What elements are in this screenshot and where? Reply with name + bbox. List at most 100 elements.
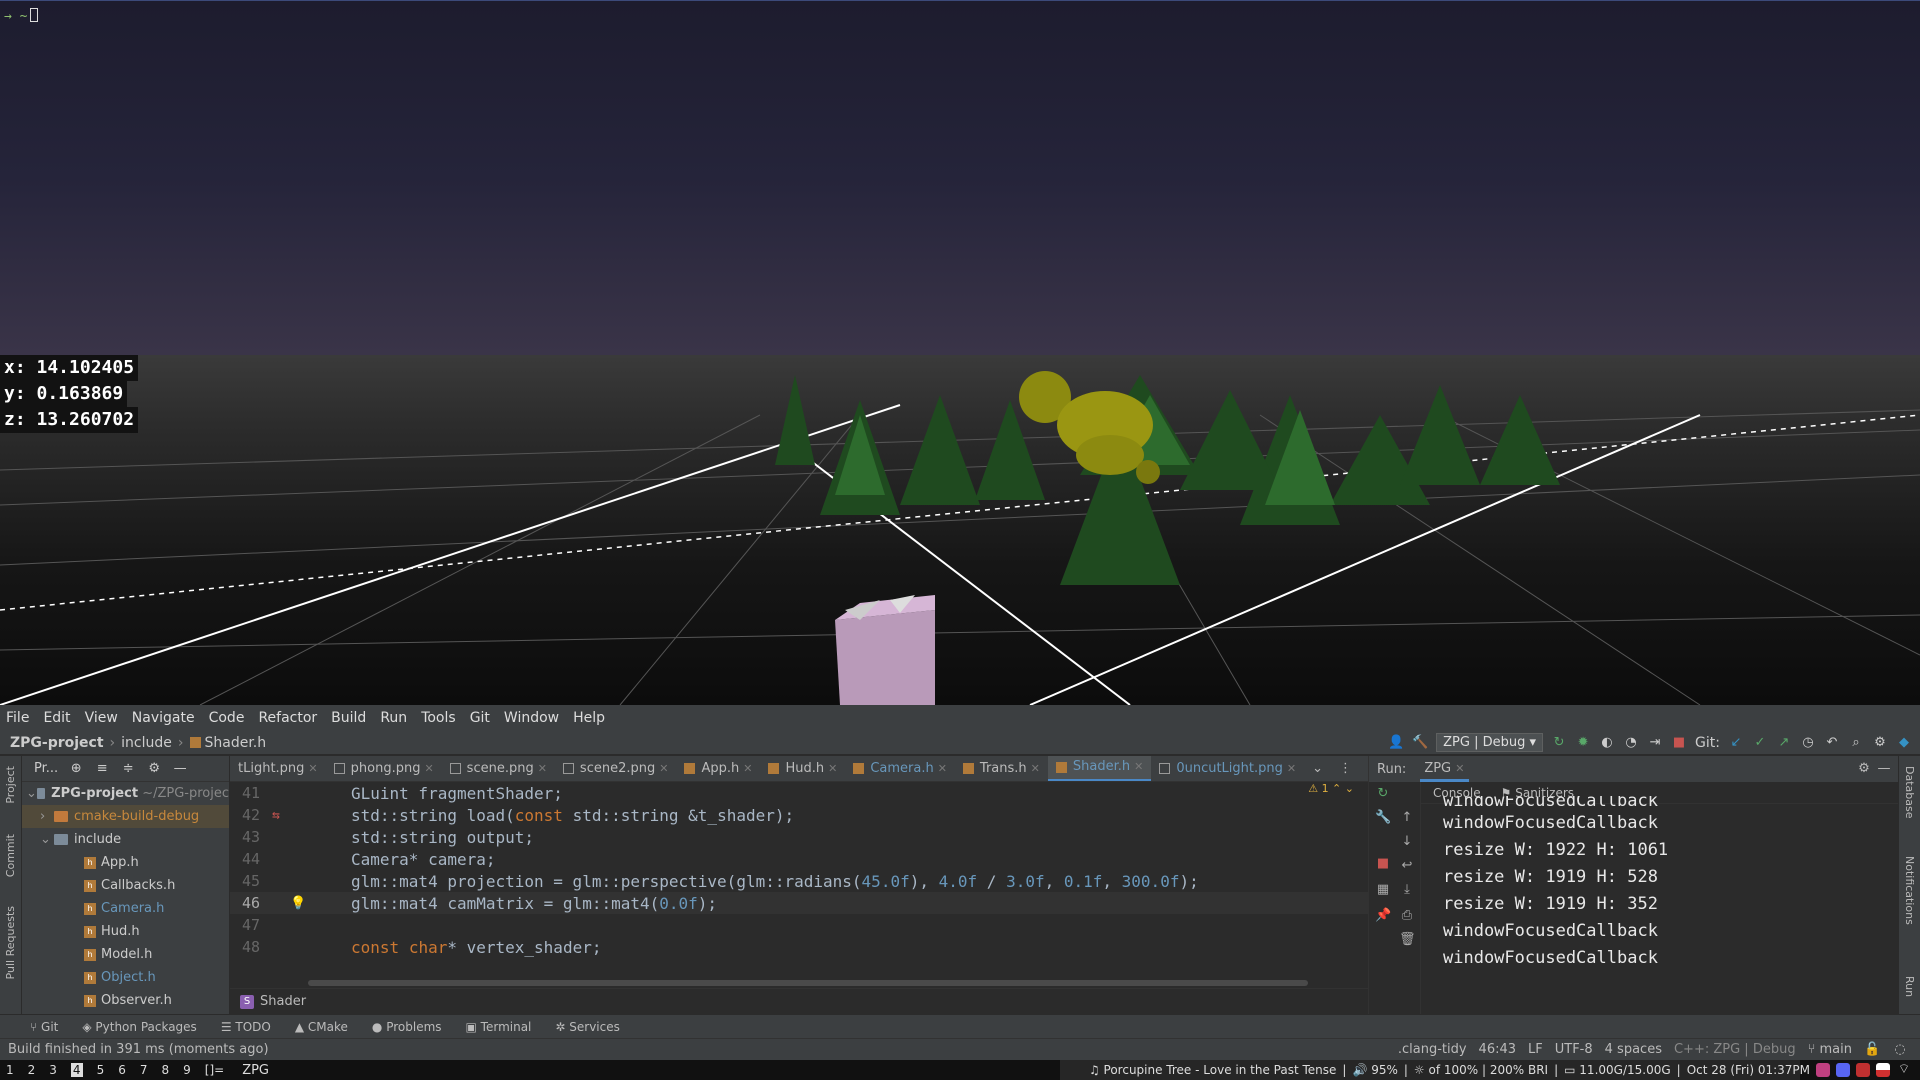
tree-item-file[interactable]: h Observer.h	[22, 989, 229, 1012]
music-status[interactable]: ♫ Porcupine Tree - Love in the Past Tens…	[1089, 1063, 1336, 1077]
status-encoding[interactable]: UTF-8	[1555, 1042, 1593, 1058]
coverage-icon[interactable]: ◐	[1599, 735, 1615, 751]
side-tab-notifications[interactable]: Notifications	[1903, 856, 1916, 925]
workspace-7[interactable]: 7	[140, 1063, 148, 1077]
layout-icon[interactable]: ▦	[1375, 882, 1391, 898]
status-message[interactable]: Build finished in 391 ms (moments ago)	[8, 1042, 269, 1057]
tree-item-file[interactable]: h App.h	[22, 851, 229, 874]
discord-tray-icon[interactable]	[1836, 1063, 1850, 1077]
menu-help[interactable]: Help	[573, 710, 605, 726]
soft-wrap-icon[interactable]: ↩	[1399, 858, 1415, 874]
run-tab-zpg[interactable]: ZPG ✕	[1420, 756, 1469, 782]
tree-item-file[interactable]: h Model.h	[22, 943, 229, 966]
workspace-9[interactable]: 9	[183, 1063, 191, 1077]
menu-refactor[interactable]: Refactor	[258, 710, 317, 726]
menu-code[interactable]: Code	[209, 710, 245, 726]
scroll-end-icon[interactable]: ⤓	[1399, 882, 1415, 898]
breadcrumb-project[interactable]: ZPG-project	[10, 735, 104, 751]
memory-indicator-icon[interactable]: ◌	[1892, 1042, 1908, 1058]
wifi-icon[interactable]: ⌔	[1896, 1062, 1912, 1078]
debug-icon[interactable]: ✹	[1575, 735, 1591, 751]
workspace-2[interactable]: 2	[28, 1063, 36, 1077]
lightbulb-icon[interactable]: 💡	[290, 896, 306, 911]
lock-icon[interactable]: 🔓	[1864, 1042, 1880, 1058]
status-line-separator[interactable]: LF	[1528, 1042, 1543, 1058]
tab-tlight[interactable]: tLight.png ✕	[230, 756, 326, 781]
tab-scene[interactable]: scene.png ✕	[442, 756, 555, 781]
side-tab-pull-requests[interactable]: Pull Requests	[4, 906, 17, 979]
volume-status[interactable]: 🔊 95%	[1352, 1063, 1397, 1077]
breadcrumb-file[interactable]: Shader.h	[205, 735, 267, 751]
menu-window[interactable]: Window	[504, 710, 559, 726]
wrench-icon[interactable]: 🔧	[1375, 810, 1391, 826]
locate-icon[interactable]: ⊕	[68, 761, 84, 777]
settings-icon[interactable]: ⚙	[1872, 735, 1888, 751]
tool-git[interactable]: ⑂ Git	[30, 1020, 58, 1034]
tab-hud-h[interactable]: Hud.h ✕	[760, 756, 845, 781]
git-push-icon[interactable]: ↗	[1776, 735, 1792, 751]
workspace-5[interactable]: 5	[97, 1063, 105, 1077]
minimize-icon[interactable]: —	[1876, 761, 1892, 777]
app-tray-icon[interactable]	[1856, 1063, 1870, 1077]
side-tab-run[interactable]: Run	[1903, 976, 1916, 997]
menu-file[interactable]: File	[6, 710, 29, 726]
status-clang-tidy[interactable]: .clang-tidy	[1398, 1042, 1467, 1058]
minimize-icon[interactable]: —	[172, 761, 188, 777]
tree-item-file[interactable]: h Callbacks.h	[22, 874, 229, 897]
git-commit-icon[interactable]: ✓	[1752, 735, 1768, 751]
code-breadcrumb[interactable]: S Shader	[230, 988, 1368, 1014]
menu-run[interactable]: Run	[380, 710, 407, 726]
stop-icon[interactable]: ■	[1671, 735, 1687, 751]
tree-item-file[interactable]: h Object.h	[22, 966, 229, 989]
tree-item-include[interactable]: ⌄ include	[22, 828, 229, 851]
tab-scene2[interactable]: scene2.png ✕	[555, 756, 677, 781]
collapse-all-icon[interactable]: ≑	[120, 761, 136, 777]
workspace-1[interactable]: 1	[6, 1063, 14, 1077]
tab-shader-h[interactable]: Shader.h ✕	[1047, 756, 1152, 781]
project-panel-title[interactable]: Pr...	[34, 761, 58, 776]
user-icon[interactable]: 👤	[1388, 735, 1404, 751]
tree-root[interactable]: ⌄ ZPG-project ~/ZPG-projec	[22, 782, 229, 805]
attach-icon[interactable]: ⇥	[1647, 735, 1663, 751]
tool-services[interactable]: ✲ Services	[555, 1020, 619, 1034]
console-output[interactable]: windowFocusedCallback windowFocusedCallba…	[1443, 796, 1668, 972]
tab-trans-h[interactable]: Trans.h ✕	[955, 756, 1048, 781]
more-icon[interactable]: ⋮	[1331, 756, 1360, 781]
code-area[interactable]: ⚠ 1 ⌃ ⌄ 41 GLuint fragmentShader; 42 ⇆ std:…	[230, 782, 1368, 988]
search-icon[interactable]: ⌕	[1848, 735, 1864, 751]
horizontal-scrollbar[interactable]	[308, 980, 1308, 986]
history-icon[interactable]: ◷	[1800, 735, 1816, 751]
tab-0uncutlight[interactable]: 0uncutLight.png ✕	[1151, 756, 1304, 781]
pin-icon[interactable]: 📌	[1375, 908, 1391, 924]
side-tab-project[interactable]: Project	[4, 766, 17, 804]
gear-icon[interactable]: ⚙	[1856, 761, 1872, 777]
menu-git[interactable]: Git	[470, 710, 490, 726]
gear-icon[interactable]: ⚙	[146, 761, 162, 777]
down-arrow-icon[interactable]: ↓	[1399, 834, 1415, 850]
status-context[interactable]: C++: ZPG | Debug	[1674, 1042, 1796, 1058]
tool-todo[interactable]: ☰ TODO	[221, 1020, 271, 1034]
tab-app-h[interactable]: App.h ✕	[676, 756, 760, 781]
workspace-3[interactable]: 3	[49, 1063, 57, 1077]
breadcrumb-folder[interactable]: include	[121, 735, 172, 751]
profile-icon[interactable]: ◔	[1623, 735, 1639, 751]
tool-problems[interactable]: ● Problems	[372, 1020, 442, 1034]
tab-phong[interactable]: phong.png ✕	[326, 756, 442, 781]
rerun-icon[interactable]: ↻	[1375, 786, 1391, 802]
tree-item-cmake-build-debug[interactable]: › cmake-build-debug	[22, 805, 229, 828]
opengl-viewport[interactable]: x: 14.102405 y: 0.163869 z: 13.260702	[0, 355, 1920, 705]
trash-icon[interactable]: 🗑	[1399, 932, 1416, 948]
side-tab-database[interactable]: Database	[1903, 766, 1916, 819]
status-branch[interactable]: ⑂ main	[1808, 1042, 1852, 1058]
tool-python-packages[interactable]: ◈ Python Packages	[82, 1020, 196, 1034]
up-arrow-icon[interactable]: ↑	[1399, 810, 1415, 826]
menu-build[interactable]: Build	[331, 710, 366, 726]
tree-item-file[interactable]: h Camera.h	[22, 897, 229, 920]
firefox-tray-icon[interactable]	[1816, 1063, 1830, 1077]
menu-navigate[interactable]: Navigate	[132, 710, 195, 726]
workspace-4[interactable]: 4	[70, 1063, 83, 1077]
status-position[interactable]: 46:43	[1479, 1042, 1516, 1058]
expand-all-icon[interactable]: ≡	[94, 761, 110, 777]
stop-icon[interactable]: ■	[1375, 856, 1391, 872]
tool-terminal[interactable]: ▣ Terminal	[466, 1020, 532, 1034]
